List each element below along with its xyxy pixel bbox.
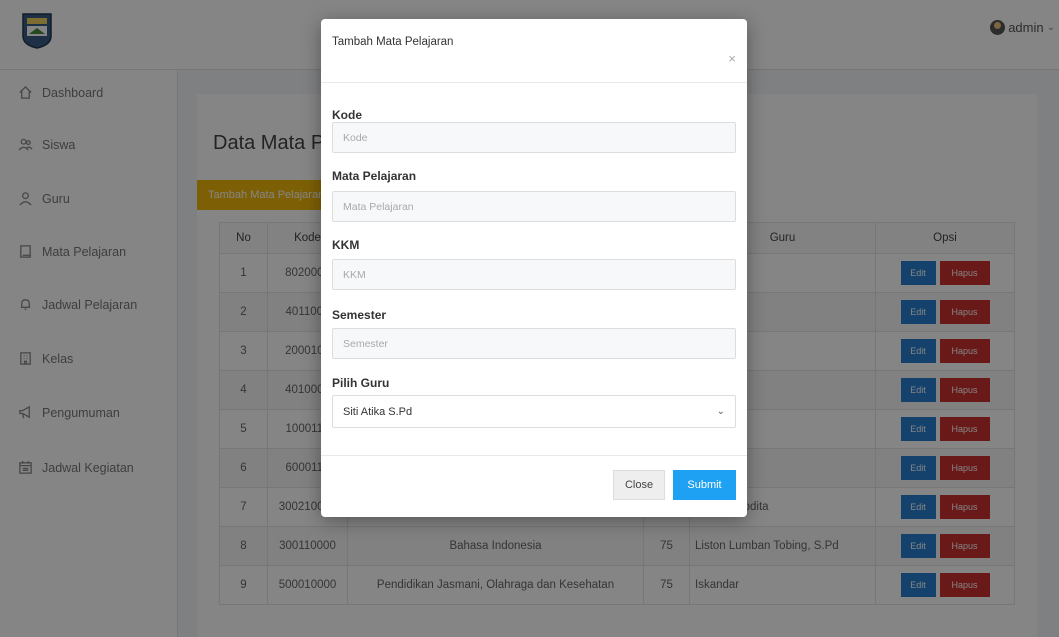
pilih-guru-label: Pilih Guru (332, 376, 390, 390)
add-subject-modal: Tambah Mata Pelajaran × Kode Mata Pelaja… (321, 19, 747, 517)
kode-label: Kode (332, 108, 362, 122)
mata-pelajaran-input[interactable] (332, 191, 736, 222)
kode-input[interactable] (332, 122, 736, 153)
modal-footer: Close Submit (321, 455, 747, 517)
close-button[interactable]: Close (613, 470, 665, 500)
modal-header: Tambah Mata Pelajaran × (321, 19, 747, 83)
guru-select[interactable]: Siti Atika S.Pd ⌄ (332, 395, 736, 428)
submit-button[interactable]: Submit (673, 470, 736, 500)
kkm-input[interactable] (332, 259, 736, 290)
guru-select-value: Siti Atika S.Pd (343, 405, 413, 418)
modal-title: Tambah Mata Pelajaran (332, 36, 454, 48)
chevron-down-icon: ⌄ (716, 406, 725, 417)
close-icon[interactable]: × (728, 51, 736, 66)
semester-label: Semester (332, 308, 387, 322)
kkm-label: KKM (332, 238, 360, 252)
semester-input[interactable] (332, 328, 736, 359)
mata-pelajaran-label: Mata Pelajaran (332, 169, 417, 183)
